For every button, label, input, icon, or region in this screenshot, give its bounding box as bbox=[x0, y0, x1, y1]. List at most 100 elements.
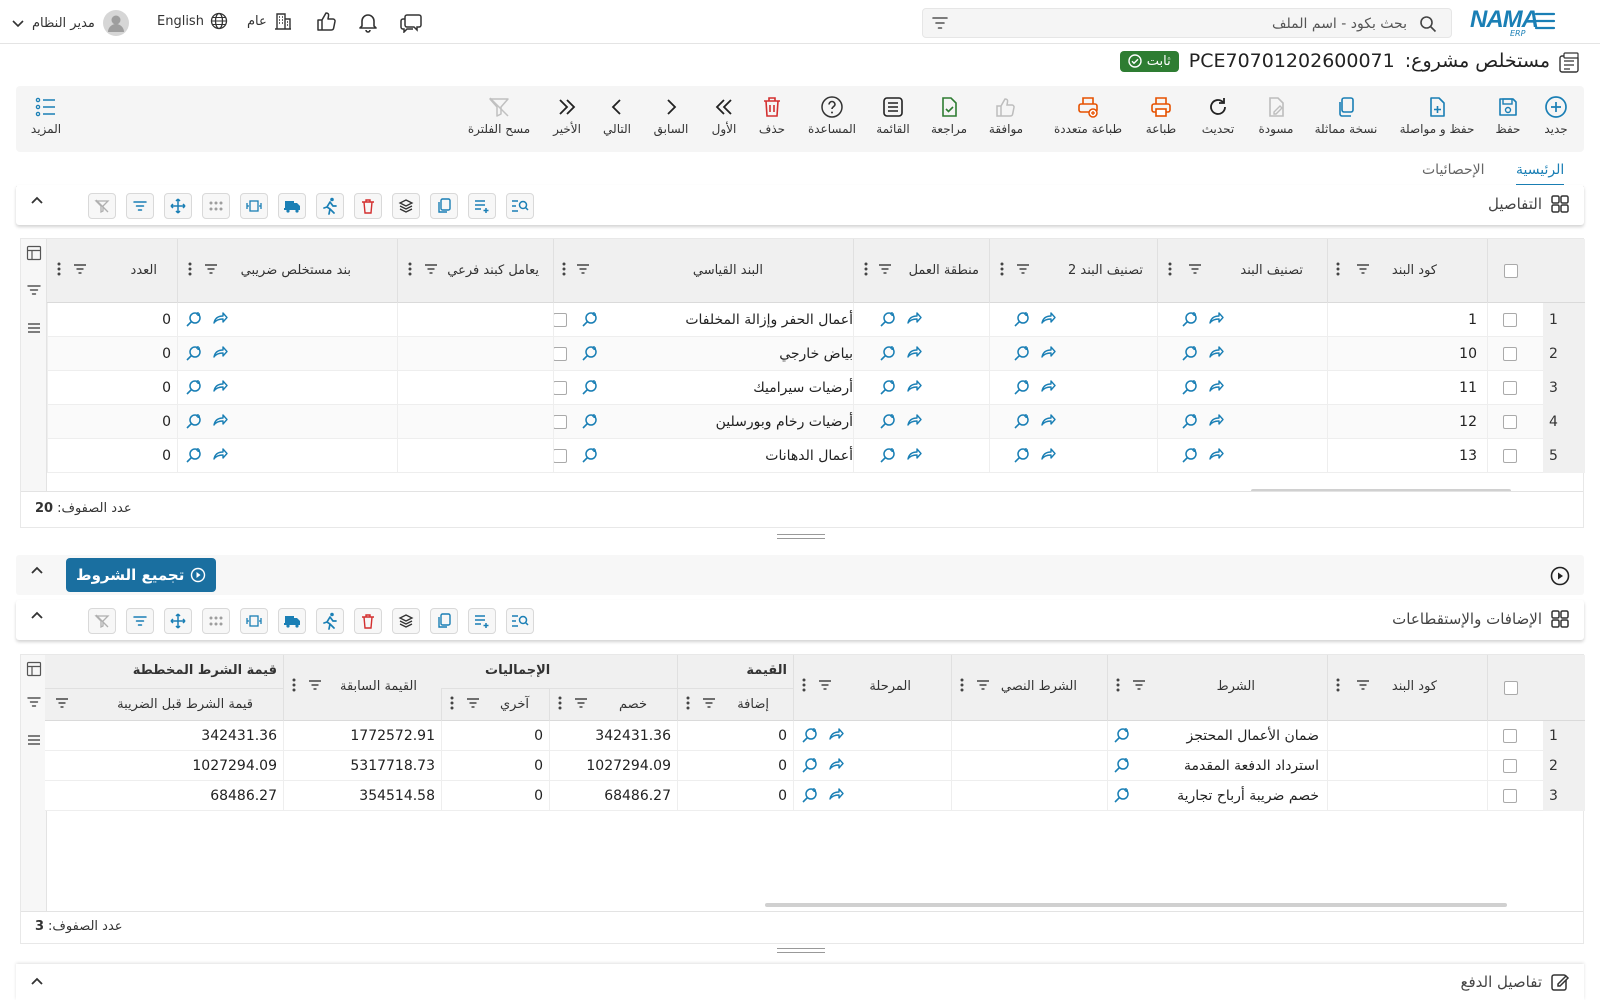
dots-grid-icon[interactable] bbox=[202, 193, 230, 219]
tab-main[interactable]: الرئيسية bbox=[1516, 162, 1565, 186]
delete-rows-icon[interactable] bbox=[354, 193, 382, 219]
col-sub-item[interactable]: يعامل كبند فرعي bbox=[397, 239, 553, 303]
cell-item-code[interactable]: 12 bbox=[1327, 405, 1487, 438]
col-item-code[interactable]: كود البند bbox=[1327, 655, 1487, 721]
open-link-icon[interactable] bbox=[1040, 379, 1056, 396]
draft-button[interactable]: مسودة bbox=[1246, 92, 1306, 146]
lookup-search-icon[interactable] bbox=[581, 379, 598, 396]
run-icon[interactable] bbox=[316, 608, 344, 634]
cell-before-tax[interactable]: 1027294.09 bbox=[45, 751, 283, 780]
horizontal-scrollbar[interactable] bbox=[765, 903, 1507, 907]
first-button[interactable]: الأول bbox=[694, 92, 754, 146]
column-menu-icon[interactable] bbox=[1336, 261, 1340, 277]
search-filter-icon[interactable] bbox=[931, 15, 949, 31]
col-addition[interactable]: إضافة bbox=[677, 688, 793, 721]
column-filter-icon[interactable] bbox=[55, 697, 69, 709]
row-checkbox[interactable] bbox=[1503, 789, 1517, 803]
cell-item-code[interactable]: 10 bbox=[1327, 337, 1487, 370]
row-checkbox[interactable] bbox=[1503, 759, 1517, 773]
row-checkbox[interactable] bbox=[1503, 415, 1517, 429]
cell-before-tax[interactable]: 68486.27 bbox=[45, 781, 283, 810]
lookup-search-icon[interactable] bbox=[581, 447, 598, 464]
add-row-icon[interactable] bbox=[468, 193, 496, 219]
cell-standard-item[interactable]: أعمال الحفر وإزالة المخلفات bbox=[607, 303, 857, 336]
layers-icon[interactable] bbox=[392, 608, 420, 634]
column-menu-icon[interactable] bbox=[864, 261, 868, 277]
lookup-search-icon[interactable] bbox=[1181, 447, 1198, 464]
cell-standard-item[interactable]: أعمال الدهانات bbox=[607, 439, 857, 472]
table-row[interactable]: 1 ضمان الأعمال المحتجز 0 342431.36 0 1772572.… bbox=[45, 721, 1585, 751]
cell-condition[interactable]: استرداد الدفعة المقدمة bbox=[1107, 751, 1327, 780]
open-link-icon[interactable] bbox=[828, 757, 844, 774]
lookup-search-icon[interactable] bbox=[1113, 727, 1130, 744]
col-discount[interactable]: خصم bbox=[549, 688, 677, 721]
cell-previous-value[interactable]: 354514.58 bbox=[283, 781, 441, 810]
sub-item-checkbox[interactable] bbox=[553, 381, 567, 395]
open-link-icon[interactable] bbox=[906, 311, 922, 328]
column-menu-icon[interactable] bbox=[558, 695, 562, 711]
column-filter-icon[interactable] bbox=[1356, 679, 1370, 691]
lookup-search-icon[interactable] bbox=[1113, 787, 1130, 804]
global-search-input[interactable]: بحث بكود - اسم الملف bbox=[922, 8, 1452, 38]
column-filter-icon[interactable] bbox=[576, 263, 590, 275]
sub-item-checkbox[interactable] bbox=[553, 415, 567, 429]
lookup-search-icon[interactable] bbox=[185, 447, 202, 464]
open-link-icon[interactable] bbox=[906, 345, 922, 362]
column-filter-icon[interactable] bbox=[308, 679, 322, 691]
collapse-chevron-up-icon[interactable] bbox=[30, 565, 44, 575]
move-icon[interactable] bbox=[164, 193, 192, 219]
lookup-search-icon[interactable] bbox=[1013, 413, 1030, 430]
open-link-icon[interactable] bbox=[1208, 311, 1224, 328]
cell-item-code[interactable]: 11 bbox=[1327, 371, 1487, 404]
open-link-icon[interactable] bbox=[828, 787, 844, 804]
column-filter-icon[interactable] bbox=[574, 697, 588, 709]
lookup-search-icon[interactable] bbox=[581, 345, 598, 362]
column-filter-icon[interactable] bbox=[204, 263, 218, 275]
notifications-bell-icon[interactable] bbox=[357, 11, 379, 33]
column-filter-icon[interactable] bbox=[976, 679, 990, 691]
cell-discount[interactable]: 1027294.09 bbox=[549, 751, 677, 780]
multi-print-button[interactable]: طباعة متعددة bbox=[1054, 92, 1122, 146]
col-text-condition[interactable]: الشرط النصي bbox=[951, 655, 1107, 721]
resize-handle[interactable] bbox=[777, 948, 825, 953]
cell-other[interactable]: 0 bbox=[441, 751, 549, 780]
lookup-search-icon[interactable] bbox=[1181, 379, 1198, 396]
col-stage[interactable]: المرحلة bbox=[793, 655, 951, 721]
column-menu-icon[interactable] bbox=[562, 261, 566, 277]
lookup-search-icon[interactable] bbox=[1113, 757, 1130, 774]
col-count[interactable]: العدد bbox=[47, 239, 177, 303]
add-row-icon[interactable] bbox=[468, 608, 496, 634]
col-work-area[interactable]: منطقة العمل bbox=[853, 239, 989, 303]
row-checkbox[interactable] bbox=[1503, 347, 1517, 361]
nama-logo[interactable]: NAMA ERP bbox=[1470, 4, 1539, 40]
clear-filter-icon[interactable] bbox=[88, 608, 116, 634]
open-link-icon[interactable] bbox=[212, 379, 228, 396]
lookup-search-icon[interactable] bbox=[879, 447, 896, 464]
play-circle-icon[interactable] bbox=[1550, 566, 1570, 586]
col-item-code[interactable]: كود البند bbox=[1327, 239, 1487, 303]
columns-panel-icon[interactable] bbox=[26, 661, 42, 677]
duplicate-button[interactable]: نسخة مماثلة bbox=[1315, 92, 1377, 146]
columns-panel-icon[interactable] bbox=[26, 245, 42, 261]
column-menu-icon[interactable] bbox=[450, 695, 454, 711]
lookup-search-icon[interactable] bbox=[185, 311, 202, 328]
collapse-chevron-up-icon[interactable] bbox=[30, 976, 44, 986]
column-filter-icon[interactable] bbox=[73, 263, 87, 275]
column-filter-icon[interactable] bbox=[878, 263, 892, 275]
open-link-icon[interactable] bbox=[1040, 447, 1056, 464]
column-menu-icon[interactable] bbox=[1000, 261, 1004, 277]
column-menu-icon[interactable] bbox=[686, 695, 690, 711]
scope-selector[interactable]: عام bbox=[247, 11, 293, 31]
cell-count[interactable]: 0 bbox=[47, 337, 177, 370]
column-menu-icon[interactable] bbox=[408, 261, 412, 277]
open-link-icon[interactable] bbox=[1208, 345, 1224, 362]
table-row[interactable]: 5 13 أعمال الدهانات 0 bbox=[47, 439, 1585, 473]
truck-icon[interactable] bbox=[278, 608, 306, 634]
open-link-icon[interactable] bbox=[906, 447, 922, 464]
lookup-search-icon[interactable] bbox=[185, 413, 202, 430]
cell-discount[interactable]: 68486.27 bbox=[549, 781, 677, 810]
col-condition[interactable]: الشرط bbox=[1107, 655, 1327, 721]
dots-grid-icon[interactable] bbox=[202, 608, 230, 634]
resize-handle[interactable] bbox=[777, 534, 825, 539]
cell-previous-value[interactable]: 1772572.91 bbox=[283, 721, 441, 750]
